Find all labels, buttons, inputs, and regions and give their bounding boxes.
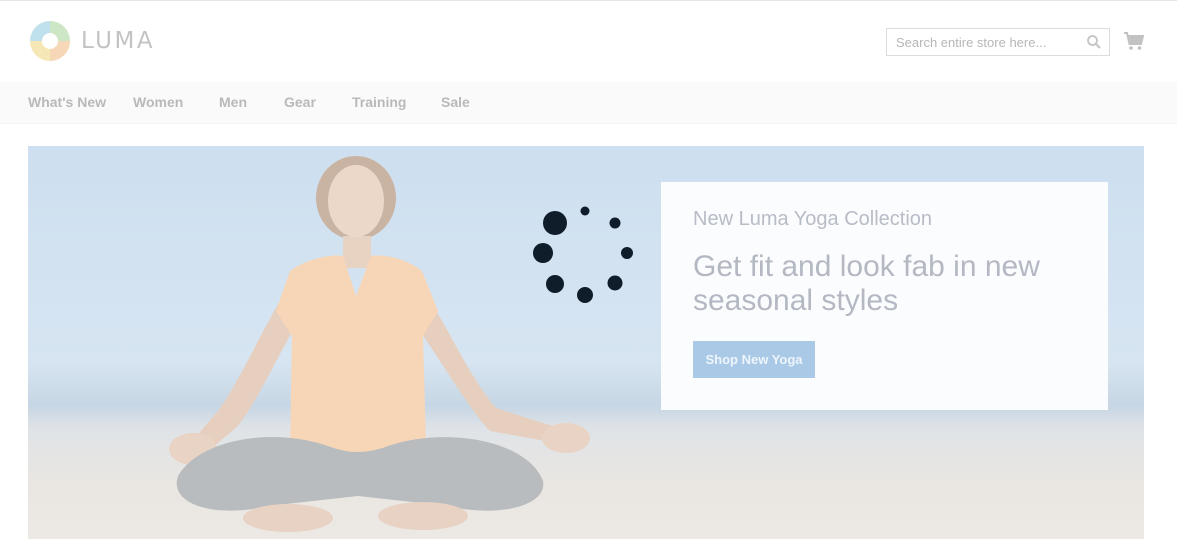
- nav-item-women[interactable]: Women: [133, 94, 183, 110]
- nav-item-gear[interactable]: Gear: [284, 94, 316, 110]
- nav-item-sale[interactable]: Sale: [441, 94, 470, 110]
- main-navigation: What's New Women Men Gear Training Sale: [0, 82, 1177, 124]
- nav-item-men[interactable]: Men: [219, 94, 247, 110]
- search-icon[interactable]: [1086, 34, 1102, 50]
- loading-spinner-icon: [533, 206, 633, 303]
- luma-logo-icon: [30, 21, 70, 61]
- store-logo[interactable]: LUMA: [29, 20, 155, 62]
- cart-icon[interactable]: [1123, 30, 1145, 52]
- store-logo-text: LUMA: [81, 28, 156, 54]
- promo-panel: New Luma Yoga Collection Get fit and loo…: [661, 182, 1108, 410]
- search-input[interactable]: [887, 29, 1086, 55]
- search-box: [886, 28, 1110, 56]
- shop-new-yoga-button[interactable]: Shop New Yoga: [693, 341, 815, 378]
- promo-subtitle: New Luma Yoga Collection: [693, 208, 933, 230]
- nav-item-whats-new[interactable]: What's New: [28, 94, 106, 110]
- nav-item-training[interactable]: Training: [352, 94, 406, 110]
- site-header: LUMA: [0, 1, 1177, 81]
- promo-title: Get fit and look fab in new seasonal sty…: [693, 250, 1040, 317]
